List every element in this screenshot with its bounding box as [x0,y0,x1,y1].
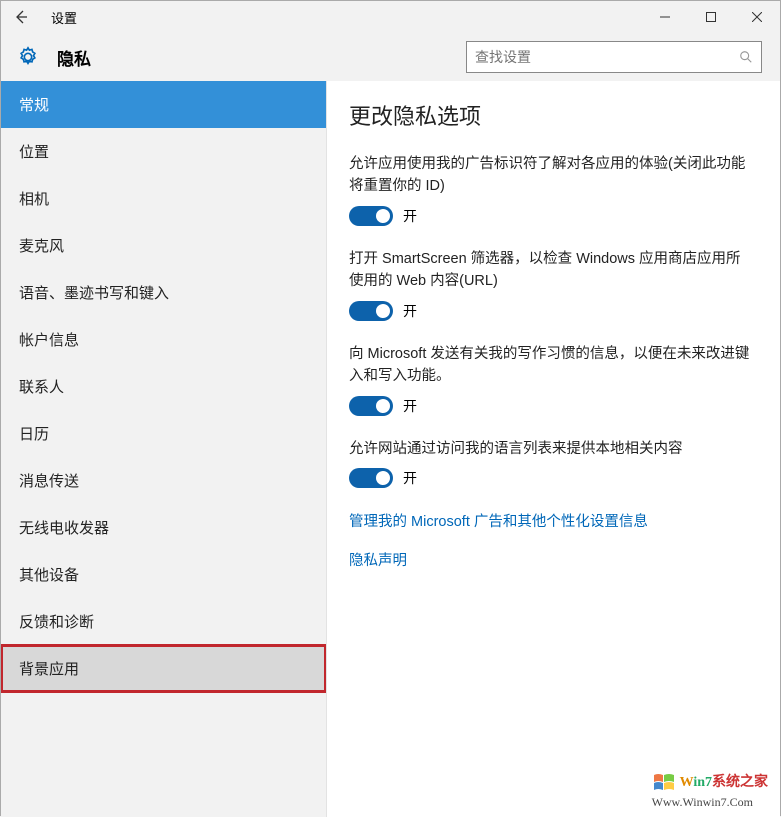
sidebar-item-5[interactable]: 帐户信息 [1,316,326,363]
setting-block-2: 向 Microsoft 发送有关我的写作习惯的信息，以便在未来改进键入和写入功能… [349,343,752,416]
close-button[interactable] [734,1,780,33]
sidebar-item-12[interactable]: 背景应用 [1,645,326,692]
search-input[interactable] [475,49,739,65]
window-controls [642,1,780,33]
titlebar: 设置 [1,1,780,33]
sidebar-item-6[interactable]: 联系人 [1,363,326,410]
sidebar-item-label: 背景应用 [19,658,79,679]
setting-block-1: 打开 SmartScreen 筛选器，以检查 Windows 应用商店应用所使用… [349,248,752,321]
sidebar-item-label: 其他设备 [19,564,79,585]
toggle-label: 开 [403,301,417,321]
sidebar-item-label: 相机 [19,188,49,209]
back-arrow-icon [13,9,29,25]
watermark-url: Www.Winwin7.Com [652,795,753,809]
toggle-switch[interactable] [349,396,393,416]
sidebar-item-label: 常规 [19,94,49,115]
watermark: Win7系统之家 Www.Winwin7.Com [652,771,768,809]
sidebar-item-3[interactable]: 麦克风 [1,222,326,269]
sidebar-item-9[interactable]: 无线电收发器 [1,504,326,551]
sidebar-item-label: 位置 [19,141,49,162]
content-pane: 更改隐私选项 允许应用使用我的广告标识符了解对各应用的体验(关闭此功能将重置你的… [327,81,780,817]
toggle-label: 开 [403,396,417,416]
sidebar-item-10[interactable]: 其他设备 [1,551,326,598]
setting-desc: 打开 SmartScreen 筛选器，以检查 Windows 应用商店应用所使用… [349,248,752,293]
sidebar-item-label: 无线电收发器 [19,517,109,538]
gear-icon [17,46,39,68]
sidebar-item-4[interactable]: 语音、墨迹书写和键入 [1,269,326,316]
page-title: 隐私 [57,45,377,70]
setting-block-0: 允许应用使用我的广告标识符了解对各应用的体验(关闭此功能将重置你的 ID) 开 [349,153,752,226]
maximize-button[interactable] [688,1,734,33]
sidebar-item-0[interactable]: 常规 [1,81,326,128]
sidebar-item-2[interactable]: 相机 [1,175,326,222]
setting-desc: 允许应用使用我的广告标识符了解对各应用的体验(关闭此功能将重置你的 ID) [349,153,752,198]
sidebar: 常规位置相机麦克风语音、墨迹书写和键入帐户信息联系人日历消息传送无线电收发器其他… [1,81,327,817]
window-title: 设置 [51,8,77,27]
sidebar-item-label: 反馈和诊断 [19,611,94,632]
toggle-label: 开 [403,468,417,488]
sidebar-item-11[interactable]: 反馈和诊断 [1,598,326,645]
toggle-label: 开 [403,206,417,226]
sidebar-item-label: 日历 [19,423,49,444]
link-0[interactable]: 管理我的 Microsoft 广告和其他个性化设置信息 [349,510,752,531]
search-box[interactable] [466,41,762,73]
toggle-switch[interactable] [349,468,393,488]
link-1[interactable]: 隐私声明 [349,549,752,570]
windows-logo-icon [652,771,676,795]
sidebar-item-label: 消息传送 [19,470,79,491]
header: 隐私 [1,33,780,81]
sidebar-item-8[interactable]: 消息传送 [1,457,326,504]
sidebar-item-label: 麦克风 [19,235,64,256]
toggle-switch[interactable] [349,206,393,226]
sidebar-item-label: 语音、墨迹书写和键入 [19,282,169,303]
toggle-switch[interactable] [349,301,393,321]
setting-desc: 向 Microsoft 发送有关我的写作习惯的信息，以便在未来改进键入和写入功能… [349,343,752,388]
setting-desc: 允许网站通过访问我的语言列表来提供本地相关内容 [349,438,752,460]
section-title: 更改隐私选项 [349,99,752,131]
sidebar-item-1[interactable]: 位置 [1,128,326,175]
sidebar-item-label: 联系人 [19,376,64,397]
back-button[interactable] [1,1,41,33]
sidebar-item-7[interactable]: 日历 [1,410,326,457]
minimize-button[interactable] [642,1,688,33]
setting-block-3: 允许网站通过访问我的语言列表来提供本地相关内容开 [349,438,752,488]
search-icon [739,50,753,64]
sidebar-item-label: 帐户信息 [19,329,79,350]
